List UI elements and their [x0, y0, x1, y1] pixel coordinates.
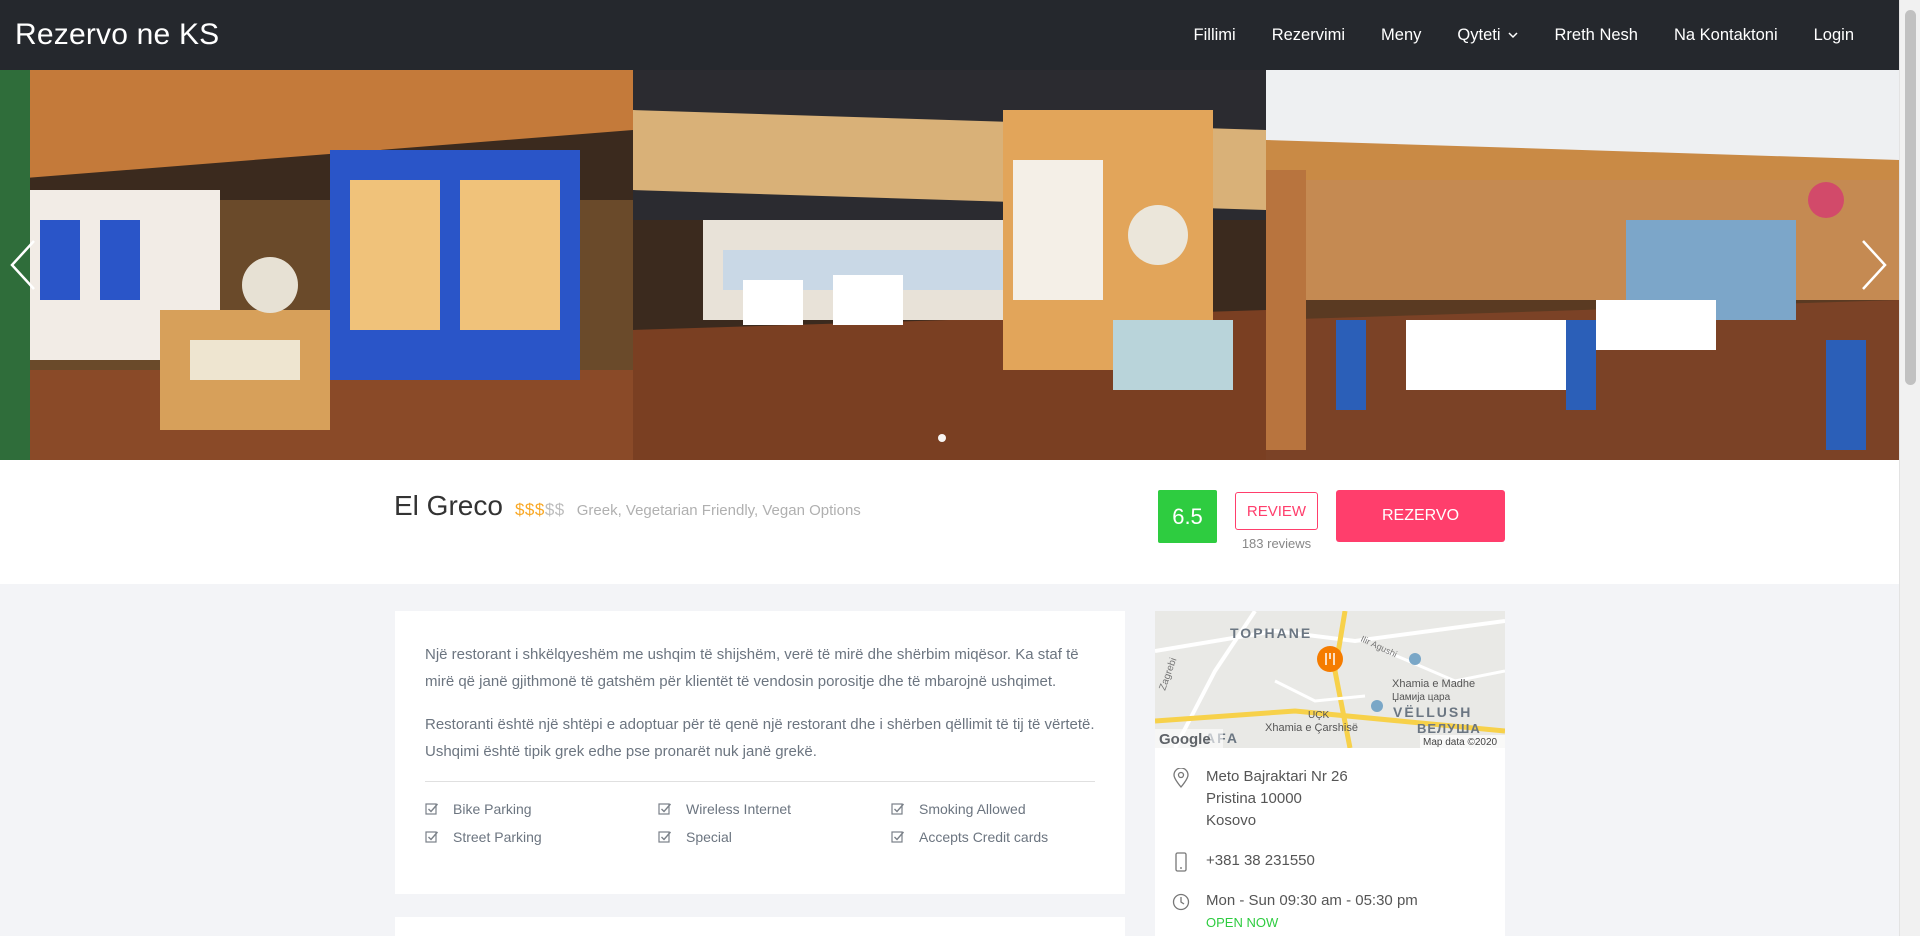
carousel-next-arrow[interactable] — [1853, 235, 1893, 295]
nav-item-na-kontaktoni[interactable]: Na Kontaktoni — [1656, 26, 1796, 45]
location-sidebar: TOPHANE Xhamia e Madhe Џамија царa VËLLU… — [1155, 611, 1505, 936]
checkbox-icon — [891, 803, 905, 815]
page-scrollbar[interactable] — [1899, 0, 1920, 936]
nav-item-qyteti[interactable]: Qyteti — [1439, 26, 1536, 45]
restaurant-header: El Greco $$$$$ Greek, Vegetarian Friendl… — [0, 460, 1899, 584]
amenity-item: Wireless Internet — [658, 801, 891, 817]
carousel-photo-1 — [0, 70, 633, 460]
nav-item-rezervimi[interactable]: Rezervimi — [1254, 26, 1363, 45]
checkbox-icon — [425, 803, 439, 815]
contact-info: Meto Bajraktari Nr 26 Pristina 10000 Kos… — [1155, 748, 1505, 934]
amenity-label: Wireless Internet — [686, 801, 792, 817]
carousel-photo-2 — [633, 70, 1266, 460]
main-nav: Fillimi Rezervimi Meny Qyteti Rreth Nesh… — [1176, 26, 1872, 45]
scrollbar-thumb[interactable] — [1905, 10, 1916, 385]
top-navbar: Rezervo ne KS Fillimi Rezervimi Meny Qyt… — [0, 0, 1899, 70]
amenity-item: Accepts Credit cards — [891, 829, 1101, 845]
checkbox-icon — [891, 831, 905, 843]
phone-number[interactable]: +381 38 231550 — [1206, 850, 1315, 872]
amenity-item: Street Parking — [425, 829, 658, 845]
restaurant-name: El Greco — [394, 490, 503, 521]
checkbox-icon — [425, 831, 439, 843]
description-paragraph-1: Një restorant i shkëlqyeshëm me ushqim t… — [425, 646, 1079, 690]
hours-text: Mon - Sun 09:30 am - 05:30 pm OPEN NOW — [1206, 890, 1418, 934]
address-line-1: Meto Bajraktari Nr 26 — [1206, 768, 1348, 785]
next-section-card — [395, 917, 1125, 936]
clock-icon — [1172, 893, 1190, 911]
description-paragraph-2: Restoranti është një shtëpi e adoptuar p… — [425, 716, 1095, 760]
carousel-photo-3 — [1266, 70, 1899, 460]
address-text: Meto Bajraktari Nr 26 Pristina 10000 Kos… — [1206, 766, 1348, 832]
google-logo: Google — [1159, 731, 1211, 748]
map-label-xhamia-e-carshise: Xhamia e Çarshisë — [1265, 722, 1358, 734]
map-label-uck: UÇK — [1308, 710, 1329, 721]
rating-score-badge: 6.5 — [1158, 490, 1217, 543]
divider — [425, 781, 1095, 782]
amenities-list: Bike Parking Wireless Internet Smoking A… — [425, 801, 1095, 845]
amenity-label: Smoking Allowed — [919, 801, 1026, 817]
address-row: Meto Bajraktari Nr 26 Pristina 10000 Kos… — [1155, 766, 1505, 832]
address-line-2: Pristina 10000 — [1206, 790, 1302, 807]
opening-hours: Mon - Sun 09:30 am - 05:30 pm — [1206, 892, 1418, 909]
nav-item-login[interactable]: Login — [1796, 26, 1872, 45]
price-level-inactive: $$ — [544, 500, 565, 519]
chevron-down-icon — [1507, 32, 1518, 39]
reviews-count[interactable]: 183 reviews — [1235, 536, 1318, 551]
hours-row: Mon - Sun 09:30 am - 05:30 pm OPEN NOW — [1155, 890, 1505, 934]
map-label-xhamia-e-madhe: Xhamia e Madhe — [1392, 678, 1475, 690]
nav-item-meny[interactable]: Meny — [1363, 26, 1439, 45]
cuisine-tags: Greek, Vegetarian Friendly, Vegan Option… — [576, 502, 861, 519]
description: Një restorant i shkëlqyeshëm me ushqim t… — [425, 641, 1095, 765]
map-label-vellush: VËLLUSH — [1393, 704, 1472, 720]
address-line-3: Kosovo — [1206, 812, 1257, 829]
nav-item-rreth-nesh[interactable]: Rreth Nesh — [1537, 26, 1656, 45]
map-label-tophane: TOPHANE — [1230, 625, 1312, 641]
amenity-label: Street Parking — [453, 829, 542, 845]
open-status: OPEN NOW — [1206, 915, 1279, 930]
photo-carousel[interactable] — [0, 70, 1899, 460]
review-button[interactable]: REVIEW — [1235, 492, 1318, 530]
map-label-velusha: ВЕЛУША — [1417, 721, 1481, 736]
location-pin-icon — [1173, 768, 1189, 788]
amenity-item: Bike Parking — [425, 801, 658, 817]
description-card: Një restorant i shkëlqyeshëm me ushqim t… — [395, 611, 1125, 894]
reserve-button[interactable]: REZERVO — [1336, 490, 1505, 542]
carousel-prev-arrow[interactable] — [4, 235, 44, 295]
phone-row: +381 38 231550 — [1155, 850, 1505, 872]
amenity-label: Special — [686, 829, 732, 845]
amenity-label: Bike Parking — [453, 801, 532, 817]
map-label-xhamia-cyrillic: Џамија царa — [1392, 692, 1451, 703]
carousel-dots — [938, 434, 946, 442]
restaurant-title-wrap: El Greco $$$$$ Greek, Vegetarian Friendl… — [394, 490, 861, 522]
checkbox-icon — [658, 831, 672, 843]
price-level: $$$$$ — [515, 500, 565, 520]
price-level-active: $$$ — [514, 500, 545, 519]
map-data-attribution: Map data ©2020 — [1423, 737, 1498, 748]
amenity-item: Smoking Allowed — [891, 801, 1101, 817]
nav-item-fillimi[interactable]: Fillimi — [1176, 26, 1254, 45]
amenity-label: Accepts Credit cards — [919, 829, 1049, 845]
brand-logo[interactable]: Rezervo ne KS — [15, 18, 219, 52]
checkbox-icon — [658, 803, 672, 815]
location-map[interactable]: TOPHANE Xhamia e Madhe Џамија царa VËLLU… — [1155, 611, 1505, 748]
carousel-dot-1[interactable] — [938, 434, 946, 442]
amenity-item: Special — [658, 829, 891, 845]
nav-item-qyteti-label: Qyteti — [1457, 25, 1501, 44]
phone-icon — [1175, 852, 1187, 872]
